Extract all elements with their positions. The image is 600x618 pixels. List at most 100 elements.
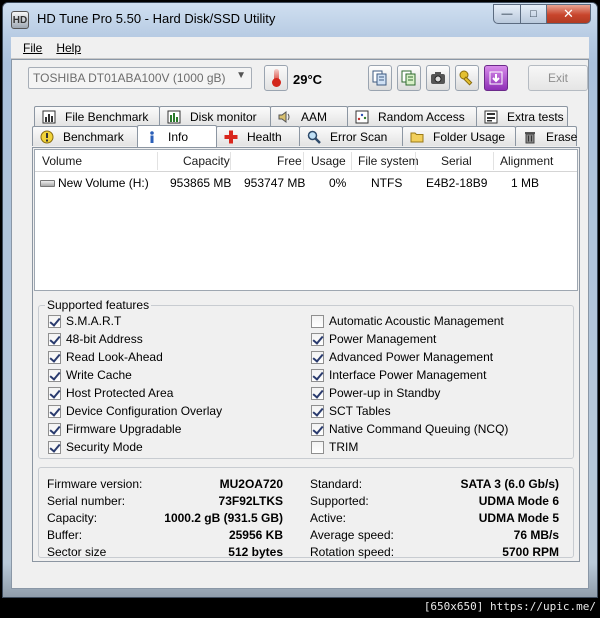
extra-tests-icon: [483, 109, 499, 125]
maximize-button[interactable]: □: [521, 4, 547, 24]
download-button[interactable]: [484, 65, 508, 91]
detail-supported: Supported: UDMA Mode 6: [310, 494, 559, 508]
checkbox[interactable]: [48, 440, 61, 454]
copy-button[interactable]: [368, 65, 392, 91]
temperature-readout: 29°C: [293, 72, 323, 87]
drive-select[interactable]: TOSHIBA DT01ABA100V (1000 gB) ▼: [28, 67, 252, 89]
checkbox[interactable]: [48, 368, 61, 382]
col-serial[interactable]: Serial: [441, 154, 472, 168]
feature-sct-tables[interactable]: SCT Tables: [311, 403, 391, 419]
tab-row-top: File Benchmark Disk monitor AAM Random A…: [34, 106, 568, 126]
info-icon: [144, 129, 160, 145]
tab-extra-tests[interactable]: Extra tests: [476, 106, 568, 126]
tab-disk-monitor[interactable]: Disk monitor: [159, 106, 271, 126]
checkbox[interactable]: [311, 350, 324, 364]
feature-advanced-power-management[interactable]: Advanced Power Management: [311, 349, 493, 365]
supported-features-group: Supported features S.M.A.R.T 48-bit Addr…: [38, 298, 574, 459]
detail-firmware-version: Firmware version: MU2OA720: [47, 477, 283, 491]
drive-details: Firmware version: MU2OA720 Serial number:…: [38, 467, 574, 559]
menu-bar: File Help: [11, 37, 589, 59]
feature-security-mode[interactable]: Security Mode: [48, 439, 143, 455]
tab-benchmark[interactable]: Benchmark: [32, 126, 138, 146]
checkbox[interactable]: [311, 314, 324, 328]
drive-select-value: TOSHIBA DT01ABA100V (1000 gB): [33, 71, 226, 85]
checkbox[interactable]: [48, 386, 61, 400]
col-alignment[interactable]: Alignment: [500, 154, 553, 168]
tab-erase[interactable]: Erase: [515, 126, 577, 146]
col-volume[interactable]: Volume: [42, 154, 82, 168]
tab-folder-usage[interactable]: Folder Usage: [402, 126, 516, 146]
detail-capacity: Capacity: 1000.2 gB (931.5 GB): [47, 511, 283, 525]
checkbox[interactable]: [311, 422, 324, 436]
feature-trim[interactable]: TRIM: [311, 439, 358, 455]
info-panel: Volume Capacity Free Usage File system S…: [32, 147, 580, 562]
checkbox[interactable]: [48, 314, 61, 328]
col-usage[interactable]: Usage: [311, 154, 346, 168]
main-content: TOSHIBA DT01ABA100V (1000 gB) ▼ 29°C Exi…: [11, 59, 589, 589]
down-arrow-icon: [489, 71, 503, 85]
trash-icon: [522, 129, 538, 145]
checkbox[interactable]: [48, 332, 61, 346]
feature-48bit-address[interactable]: 48-bit Address: [48, 331, 143, 347]
checkbox[interactable]: [311, 440, 324, 454]
supported-features-title: Supported features: [45, 298, 152, 312]
minimize-button[interactable]: —: [493, 4, 521, 24]
copy-all-icon: [401, 70, 416, 86]
feature-read-look-ahead[interactable]: Read Look-Ahead: [48, 349, 163, 365]
screenshot-button[interactable]: [426, 65, 450, 91]
feature-power-up-in-standby[interactable]: Power-up in Standby: [311, 385, 440, 401]
feature-write-cache[interactable]: Write Cache: [48, 367, 132, 383]
chevron-down-icon: ▼: [236, 70, 246, 81]
col-file-system[interactable]: File system: [358, 154, 419, 168]
tab-error-scan[interactable]: Error Scan: [299, 126, 403, 146]
detail-rotation-speed: Rotation speed: 5700 RPM: [310, 545, 559, 559]
close-button[interactable]: ✕: [547, 4, 591, 24]
detail-buffer: Buffer: 25956 KB: [47, 528, 283, 542]
random-access-icon: [354, 109, 370, 125]
feature-interface-power-management[interactable]: Interface Power Management: [311, 367, 486, 383]
tab-info[interactable]: Info: [137, 125, 217, 147]
tab-health[interactable]: Health: [216, 126, 300, 146]
detail-average-speed: Average speed: 76 MB/s: [310, 528, 559, 542]
title-bar[interactable]: HD HD Tune Pro 5.50 - Hard Disk/SSD Util…: [3, 3, 597, 35]
options-key-icon: [459, 70, 473, 86]
checkbox[interactable]: [48, 404, 61, 418]
file-benchmark-icon: [41, 109, 57, 125]
window-title: HD Tune Pro 5.50 - Hard Disk/SSD Utility: [37, 11, 276, 26]
checkbox[interactable]: [311, 386, 324, 400]
tab-aam[interactable]: AAM: [270, 106, 348, 126]
table-row[interactable]: New Volume (H:) 953865 MB 953747 MB 0% N…: [35, 174, 577, 192]
feature-device-configuration-overlay[interactable]: Device Configuration Overlay: [48, 403, 222, 419]
menu-file[interactable]: File: [23, 41, 42, 55]
feature-automatic-acoustic-management[interactable]: Automatic Acoustic Management: [311, 313, 504, 329]
checkbox[interactable]: [311, 332, 324, 346]
copy-all-button[interactable]: [397, 65, 421, 91]
checkbox[interactable]: [48, 350, 61, 364]
options-button[interactable]: [455, 65, 479, 91]
tab-row-bottom: Benchmark Info Health Error Scan Folder …: [32, 125, 577, 147]
disk-monitor-icon: [166, 109, 182, 125]
tab-file-benchmark[interactable]: File Benchmark: [34, 106, 160, 126]
volume-list-header: Volume Capacity Free Usage File system S…: [35, 150, 577, 172]
feature-host-protected-area[interactable]: Host Protected Area: [48, 385, 173, 401]
feature-ncq[interactable]: Native Command Queuing (NCQ): [311, 421, 508, 437]
menu-help[interactable]: Help: [56, 41, 81, 55]
detail-sector-size: Sector size 512 bytes: [47, 545, 283, 559]
detail-active: Active: UDMA Mode 5: [310, 511, 559, 525]
detail-standard: Standard: SATA 3 (6.0 Gb/s): [310, 477, 559, 491]
benchmark-icon: [39, 129, 55, 145]
checkbox[interactable]: [311, 404, 324, 418]
col-free[interactable]: Free: [277, 154, 302, 168]
tab-random-access[interactable]: Random Access: [347, 106, 477, 126]
feature-smart[interactable]: S.M.A.R.T: [48, 313, 121, 329]
feature-power-management[interactable]: Power Management: [311, 331, 436, 347]
camera-icon: [431, 72, 445, 84]
exit-button[interactable]: Exit: [528, 65, 588, 91]
toolbar: TOSHIBA DT01ABA100V (1000 gB) ▼ 29°C Exi…: [12, 60, 588, 100]
checkbox[interactable]: [311, 368, 324, 382]
feature-firmware-upgradable[interactable]: Firmware Upgradable: [48, 421, 181, 437]
volume-list[interactable]: Volume Capacity Free Usage File system S…: [34, 149, 578, 291]
col-capacity[interactable]: Capacity: [183, 154, 230, 168]
drive-icon: [40, 180, 55, 187]
checkbox[interactable]: [48, 422, 61, 436]
